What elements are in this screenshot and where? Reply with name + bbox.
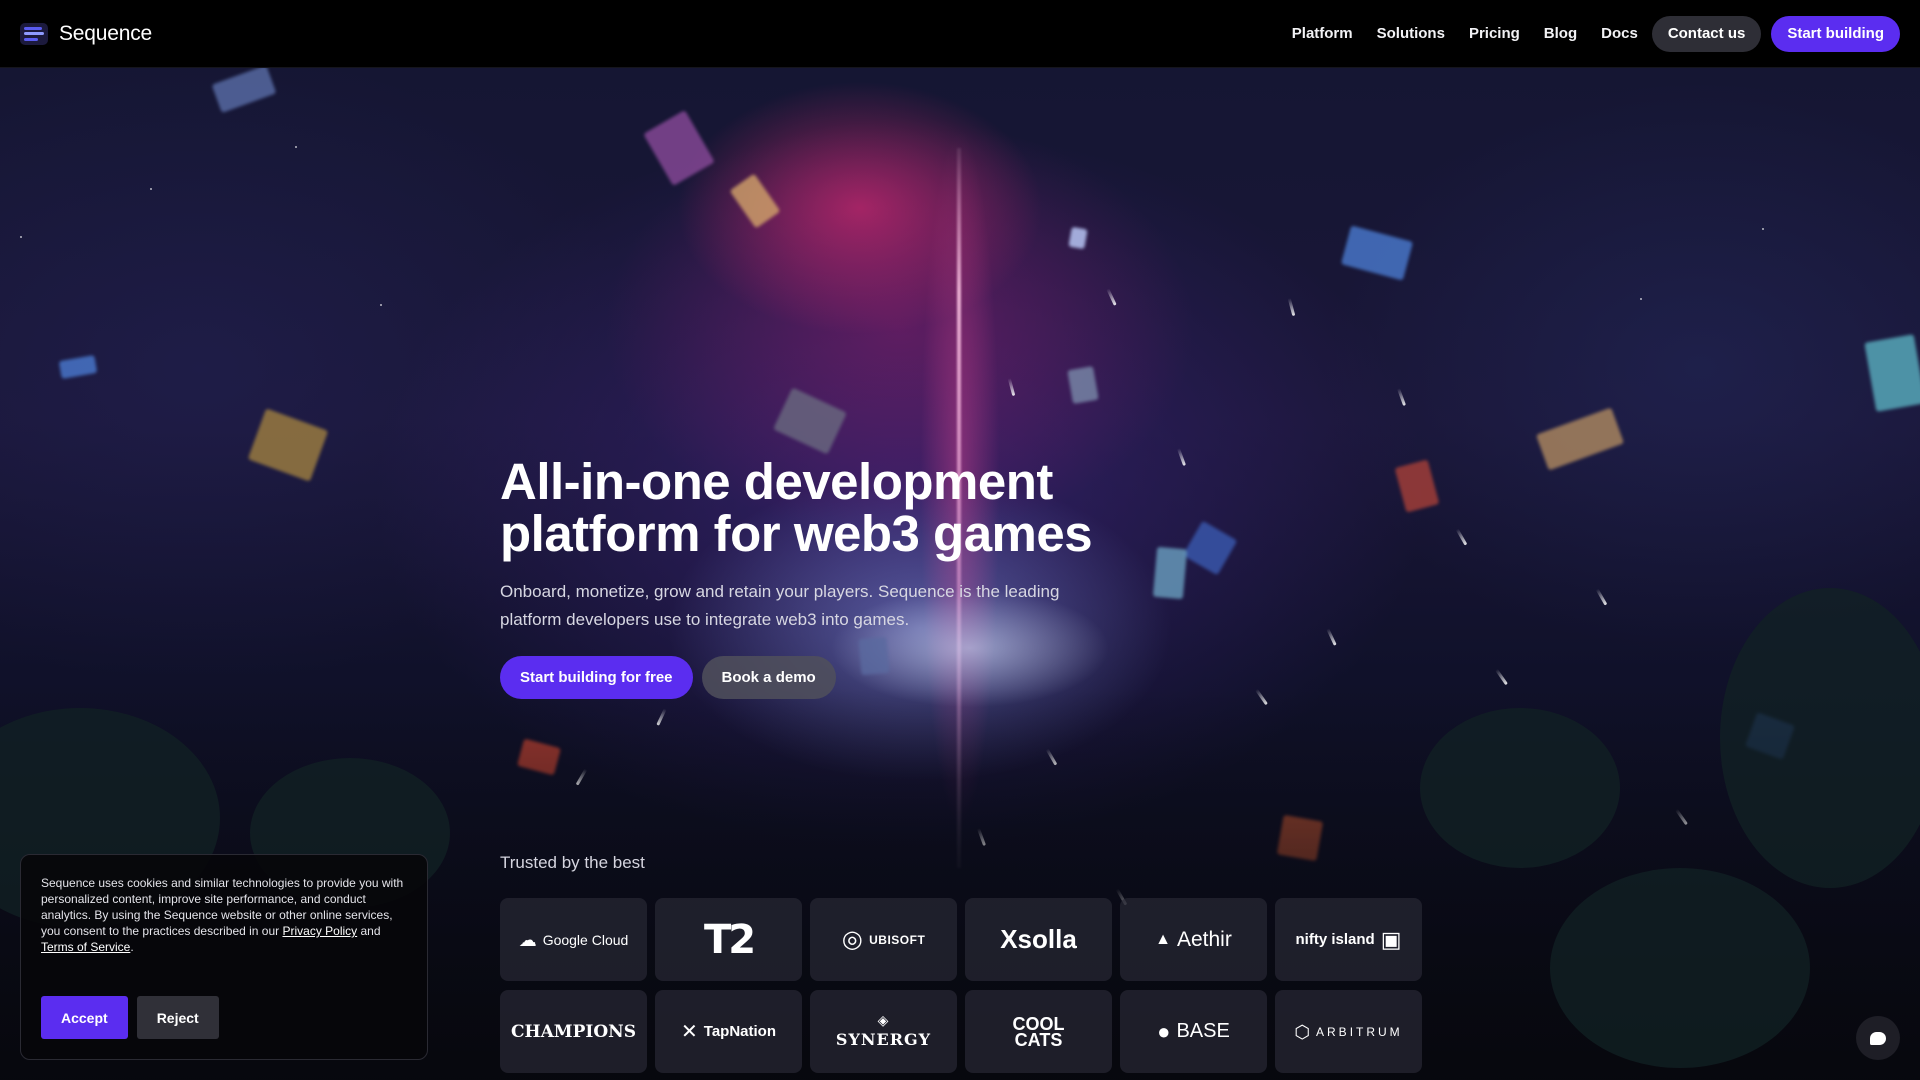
hero-title: All-in-one development platform for web3…: [500, 456, 1200, 560]
ubisoft-swirl-icon: ◎: [841, 925, 864, 953]
floating-card: [58, 355, 98, 379]
logo-text: Google Cloud: [542, 931, 629, 948]
star: [150, 188, 152, 190]
cookie-and: and: [357, 924, 381, 938]
logo-aethir: ▲ Aethir: [1120, 898, 1267, 981]
arbitrum-hex-icon: ⬡: [1294, 1021, 1311, 1042]
nav-link-pricing[interactable]: Pricing: [1469, 25, 1520, 42]
logo-arbitrum: ⬡ ARBITRUM: [1275, 990, 1422, 1073]
tree-silhouette: [1420, 708, 1620, 868]
start-building-button[interactable]: Start building: [1771, 15, 1900, 52]
star: [295, 146, 297, 148]
floating-card: [1068, 226, 1088, 250]
cookie-text: Sequence uses cookies and similar techno…: [41, 875, 411, 955]
spark: [1287, 297, 1296, 317]
logo-champions-ascension: CHAMPIONS: [500, 990, 647, 1073]
floating-card: [1067, 366, 1099, 404]
hero-title-line-2: platform for web3 games: [500, 505, 1093, 562]
aethir-a-icon: ▲: [1155, 930, 1171, 948]
base-circle-icon: ●: [1157, 1018, 1171, 1044]
star: [20, 236, 22, 238]
logo-tapnation: ✕ TapNation: [655, 990, 802, 1073]
logo-text: Aethir: [1176, 927, 1232, 951]
nav-links: Platform Solutions Pricing Blog Docs: [1292, 25, 1638, 42]
logo-ubisoft: ◎ UBISOFT: [810, 898, 957, 981]
nav-link-platform[interactable]: Platform: [1292, 25, 1353, 42]
floating-card: [247, 408, 329, 482]
logo-google-cloud: ☁ Google Cloud: [500, 898, 647, 981]
cookie-period: .: [130, 940, 134, 954]
tapnation-x-icon: ✕: [681, 1020, 698, 1043]
start-building-for-free-button[interactable]: Start building for free: [500, 656, 693, 699]
privacy-policy-link[interactable]: Privacy Policy: [282, 924, 357, 938]
logo-xsolla: Xsolla: [965, 898, 1112, 981]
floating-card: [1394, 459, 1440, 513]
hero-title-line-1: All-in-one development: [500, 453, 1053, 510]
logo-text: T2: [703, 916, 756, 963]
reject-cookies-button[interactable]: Reject: [136, 996, 219, 1039]
trusted-label: Trusted by the best: [500, 853, 645, 872]
book-a-demo-button[interactable]: Book a demo: [701, 656, 836, 699]
logo-take-two: T2: [655, 898, 802, 981]
partner-logo-grid: ☁ Google Cloud T2 ◎ UBISOFT Xsolla ▲ Aet…: [500, 898, 1422, 1073]
star: [380, 304, 382, 306]
cookie-actions: Accept Reject: [41, 996, 219, 1039]
nav-link-solutions[interactable]: Solutions: [1377, 25, 1445, 42]
logo-synergy-land: ◈ SYNERGY: [810, 990, 957, 1073]
brand-name: Sequence: [59, 21, 152, 45]
spark: [1007, 377, 1016, 397]
chat-launcher-button[interactable]: [1856, 1016, 1900, 1060]
hero-subtitle: Onboard, monetize, grow and retain your …: [500, 582, 1060, 629]
trusted-section: Trusted by the best: [500, 853, 645, 873]
logo-text: TapNation: [703, 1023, 776, 1040]
logo-text: ARBITRUM: [1316, 1024, 1403, 1039]
hero-actions: Start building for free Book a demo: [500, 656, 1200, 699]
spark: [1595, 588, 1608, 606]
logo-cool-cats: COOL CATS: [965, 990, 1112, 1073]
floating-card: [1340, 225, 1414, 281]
logo-nifty-island: nifty island ▣: [1275, 898, 1422, 981]
floating-card: [729, 173, 781, 229]
floating-card: [1535, 407, 1625, 471]
logo-text: COOL CATS: [1012, 1013, 1065, 1050]
logo-text: UBISOFT: [869, 932, 926, 947]
floating-card: [1864, 334, 1920, 412]
logo-text: SYNERGY: [835, 1030, 932, 1049]
spark: [1106, 288, 1117, 306]
spark: [1326, 628, 1337, 646]
nifty-island-badge-icon: ▣: [1380, 926, 1402, 952]
spark: [1495, 668, 1508, 686]
chat-bubble-icon: [1870, 1031, 1886, 1045]
accept-cookies-button[interactable]: Accept: [41, 996, 128, 1039]
sequence-logo-icon: [20, 22, 48, 45]
floating-card: [211, 68, 277, 114]
spark: [1397, 388, 1406, 406]
tree-silhouette: [1550, 868, 1810, 1068]
nav-link-docs[interactable]: Docs: [1601, 25, 1638, 42]
contact-us-button[interactable]: Contact us: [1651, 15, 1762, 52]
logo-base: ● BASE: [1120, 990, 1267, 1073]
logo-text: BASE: [1176, 1020, 1230, 1042]
cloud-icon: ☁: [518, 929, 537, 950]
logo-text: nifty island: [1295, 931, 1375, 948]
star: [1640, 298, 1642, 300]
logo-text: Xsolla: [1000, 924, 1077, 954]
floating-card: [773, 387, 847, 455]
star: [1762, 228, 1764, 230]
floating-card: [643, 110, 715, 186]
cookie-consent-banner: Sequence uses cookies and similar techno…: [20, 854, 428, 1060]
terms-of-service-link[interactable]: Terms of Service: [41, 940, 130, 954]
synergy-diamond-icon: ◈: [877, 1013, 890, 1029]
brand-home-link[interactable]: Sequence: [20, 22, 152, 46]
hero-section: All-in-one development platform for web3…: [500, 456, 1200, 699]
top-navigation-bar: Sequence Platform Solutions Pricing Blog…: [0, 0, 1920, 68]
nav-link-blog[interactable]: Blog: [1544, 25, 1577, 42]
logo-text: CHAMPIONS: [511, 1021, 636, 1042]
spark: [1455, 528, 1468, 546]
